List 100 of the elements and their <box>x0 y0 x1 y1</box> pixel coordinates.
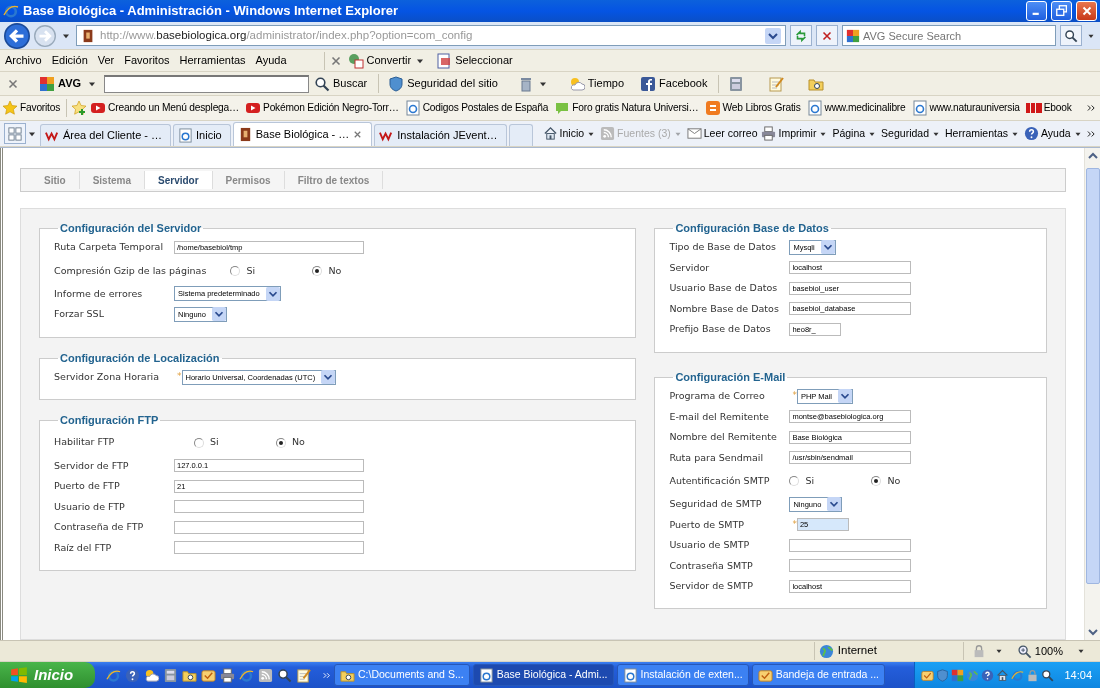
field-label: Puerto de SMTP <box>669 517 745 532</box>
tray-icon[interactable] <box>1041 668 1055 682</box>
menu-item[interactable]: Ayuda <box>250 51 292 70</box>
text-field[interactable] <box>174 520 364 534</box>
favorite-link[interactable]: Ebook <box>1022 99 1075 117</box>
required-mark: * <box>792 517 797 531</box>
text-field[interactable] <box>174 500 364 514</box>
favorite-link[interactable]: Foro gratis Natura Universi… <box>551 99 702 117</box>
command-button[interactable]: Ayuda <box>1022 124 1085 143</box>
quick-launch-icon[interactable] <box>125 667 140 683</box>
search-field[interactable] <box>104 74 310 93</box>
taskbar-button[interactable]: Instalación de exten... <box>616 664 749 686</box>
command-button[interactable]: Página <box>830 124 880 143</box>
fieldset-title: Configuración Base de Datos <box>674 222 830 236</box>
command-button[interactable]: Inicio <box>540 124 599 143</box>
quick-launch-icon[interactable] <box>163 667 178 683</box>
radio-button[interactable] <box>871 475 882 486</box>
field-label: Servidor <box>669 260 711 275</box>
field-label: Ruta para Sendmail <box>669 450 765 465</box>
window-title: Base Biológica - Administración - Windows Internet Explorer <box>23 2 399 21</box>
avg-button[interactable]: AVG <box>34 74 87 93</box>
field-label: Nombre Base de Datos <box>669 301 780 316</box>
quick-launch-icon[interactable] <box>220 667 235 683</box>
field-label: Usuario de FTP <box>54 499 126 514</box>
fieldset-title: Configuración FTP <box>59 414 160 428</box>
favorite-link[interactable]: Creando un Menú desplega… <box>87 99 243 117</box>
restore-icon[interactable] <box>1054 4 1069 18</box>
page-icon <box>806 100 823 116</box>
star-icon <box>2 100 18 116</box>
zoom-button[interactable]: 100% <box>1011 641 1068 661</box>
menu-item[interactable]: Favoritos <box>119 51 175 70</box>
text-field[interactable] <box>174 541 364 555</box>
chevron-icon[interactable] <box>1086 128 1096 139</box>
fieldset-title: Configuración E-Mail <box>674 370 787 384</box>
command-button[interactable]: Herramientas <box>943 124 1022 143</box>
scroll-thumb[interactable] <box>1085 168 1100 584</box>
feed-icon <box>600 126 616 141</box>
browser-tab[interactable]: Área del Cliente - … <box>40 124 172 146</box>
taskbar-button[interactable]: Base Biológica - Admi... <box>472 664 614 686</box>
toolbar-button[interactable]: Seleccionar <box>431 51 518 70</box>
command-button[interactable]: Leer correo <box>684 124 760 143</box>
toolbar-button[interactable]: Tiempo <box>563 74 630 93</box>
sun-cloud-icon <box>568 75 585 92</box>
quick-launch-icon[interactable] <box>277 667 292 683</box>
add-favorite-icon[interactable] <box>71 100 88 116</box>
quick-launch-icon[interactable] <box>201 667 216 683</box>
browser-icon <box>3 3 19 19</box>
quick-launch-icon[interactable] <box>144 667 159 683</box>
menu-item[interactable]: Herramientas <box>174 51 251 70</box>
taskbar-button[interactable]: C:\Documents and S... <box>334 664 470 686</box>
command-button[interactable]: Imprimir <box>759 124 831 143</box>
radio-label: Si <box>246 263 256 278</box>
field-label: Ruta Carpeta Temporal <box>54 240 165 255</box>
favorites-button[interactable]: Favoritos <box>0 99 63 117</box>
command-button[interactable]: Seguridad <box>879 124 943 143</box>
radio-button[interactable] <box>230 265 241 276</box>
favorite-link[interactable]: www.naturauniversia <box>908 99 1023 117</box>
quick-launch-icon[interactable] <box>296 667 311 683</box>
radio-button[interactable] <box>276 437 286 448</box>
radio-button[interactable] <box>312 265 323 276</box>
notepad-icon <box>768 75 785 92</box>
site-icon <box>81 28 95 43</box>
speech-bubble-icon <box>554 100 571 116</box>
text-field[interactable] <box>789 559 912 573</box>
settings-tab[interactable]: Servidor <box>145 171 213 189</box>
radio-label: Si <box>210 435 219 450</box>
back-icon[interactable] <box>4 22 30 49</box>
field-label: Autentificación SMTP <box>669 473 771 488</box>
browser-tab[interactable]: Inicio <box>173 124 231 146</box>
menu-item[interactable]: Edición <box>46 51 93 70</box>
search-icon[interactable] <box>1064 28 1078 43</box>
refresh-icon[interactable] <box>794 28 808 43</box>
field-label: Seguridad de SMTP <box>669 497 763 511</box>
scrollbar[interactable] <box>1084 148 1100 640</box>
toolbar-button[interactable]: Buscar <box>309 74 373 93</box>
menu-item[interactable]: Archivo <box>0 51 47 70</box>
taskbar-button[interactable]: Bandeja de entrada ... <box>751 664 886 686</box>
radio-button[interactable] <box>194 437 204 448</box>
toolbar-button[interactable]: Facebook <box>635 74 713 93</box>
toolbar-button[interactable]: Convertir <box>342 51 432 70</box>
favorite-link[interactable]: Codigos Postales de España <box>401 99 552 117</box>
favorite-link[interactable]: Web Libros Gratis <box>701 99 804 117</box>
text-field[interactable] <box>789 538 912 552</box>
tray-icon[interactable] <box>996 668 1010 682</box>
field-label: Compresión Gzip de las páginas <box>54 263 208 278</box>
chevron-icon[interactable] <box>1086 103 1096 113</box>
facebook-icon <box>640 75 657 92</box>
tray-icon[interactable] <box>981 668 995 682</box>
menu-item[interactable]: Ver <box>92 51 120 70</box>
radio-label: No <box>292 435 305 450</box>
field-label: Habilitar FTP <box>54 435 116 450</box>
browser-tab[interactable]: Instalación JEvent… <box>374 124 507 146</box>
radio-button[interactable] <box>789 475 800 486</box>
favorite-link[interactable]: Pokémon Edición Negro-Torr… <box>242 99 402 117</box>
toolbar-button[interactable]: Seguridad del sitio <box>378 74 503 93</box>
globe-icon <box>818 643 834 659</box>
favorite-link[interactable]: www.medicinalibre <box>803 99 909 117</box>
address-field[interactable]: http://www.basebiologica.org/administrator/index.php?option=com_config <box>76 25 786 46</box>
browser-tab[interactable]: Base Biológica - … <box>232 122 373 146</box>
quick-launch-icon[interactable] <box>258 667 273 683</box>
